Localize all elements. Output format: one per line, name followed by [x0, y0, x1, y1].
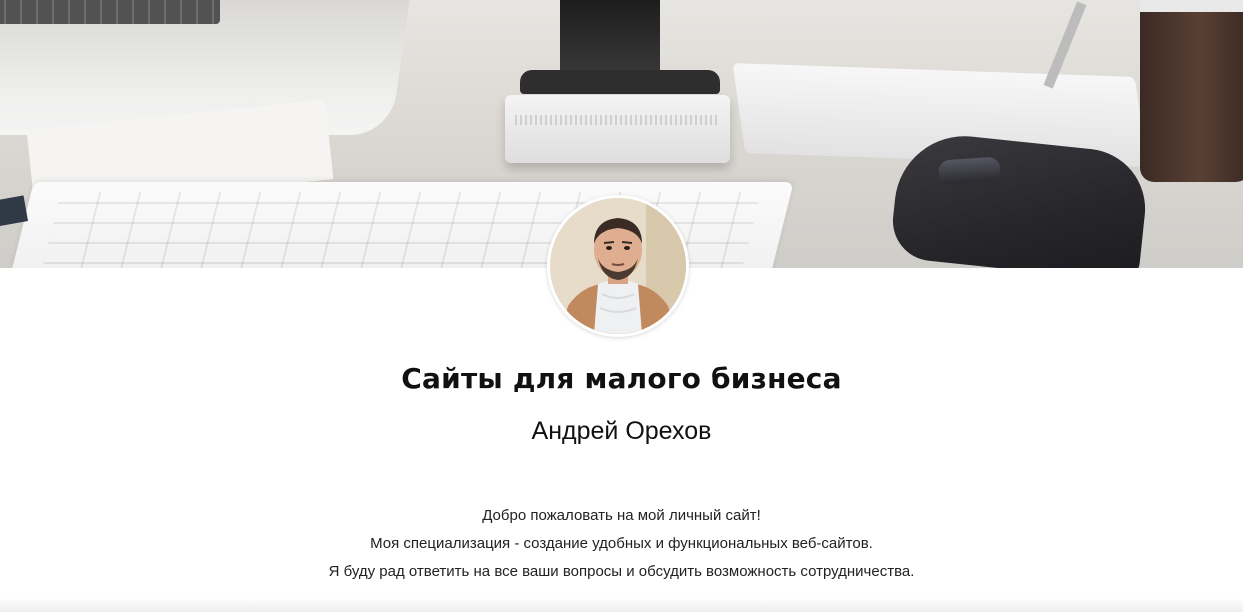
page-title: Сайты для малого бизнеса [401, 362, 842, 395]
portrait-illustration [550, 198, 686, 334]
author-photo [550, 198, 686, 334]
author-name: Андрей Орехов [531, 417, 712, 445]
author-avatar [547, 195, 689, 337]
intro-text: Добро пожаловать на мой личный сайт! Моя… [0, 502, 1243, 586]
intro-line-specialization: Моя специализация - создание удобных и ф… [370, 535, 873, 552]
laptop-keys-decor [0, 0, 220, 24]
bottom-divider [0, 598, 1243, 612]
router-decor [505, 95, 730, 163]
intro-line-contact: Я буду рад ответить на все ваши вопросы … [328, 563, 915, 580]
coffee-cup-decor [1140, 0, 1243, 182]
intro-line-welcome: Добро пожаловать на мой личный сайт! [482, 507, 761, 524]
monitor-foot-decor [520, 70, 720, 94]
monitor-stand-decor [560, 0, 660, 78]
